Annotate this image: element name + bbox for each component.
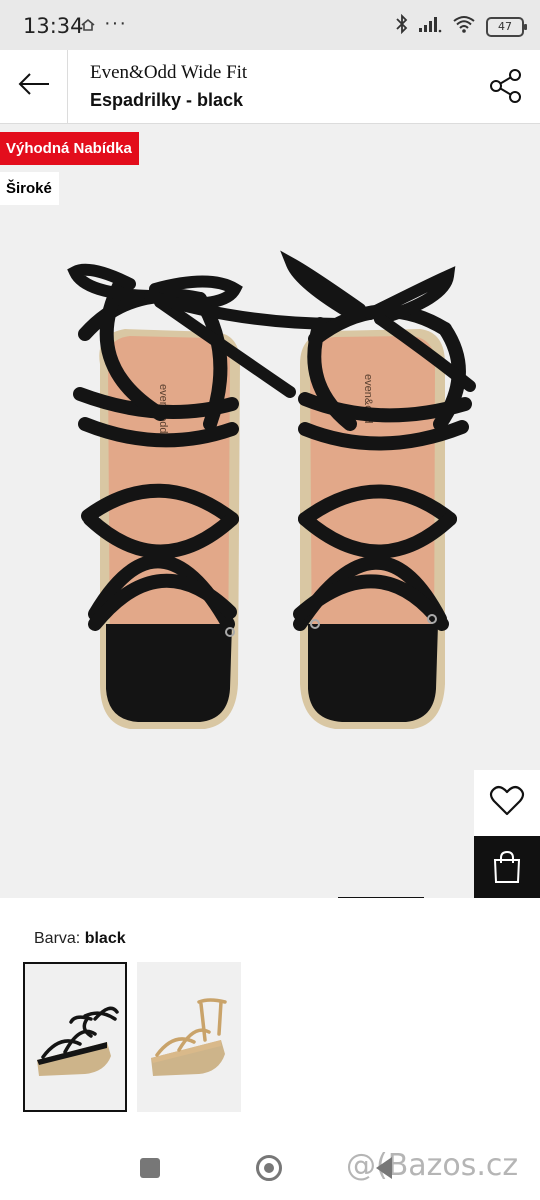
color-swatch-black[interactable] — [23, 962, 127, 1112]
product-title: Espadrilky - black — [90, 90, 244, 110]
gallery-pager-indicator — [338, 897, 424, 898]
status-more-dots: ··· — [104, 12, 127, 34]
back-button[interactable] — [0, 50, 68, 123]
status-time: 13:34 — [23, 14, 84, 38]
color-label: Barva: black — [34, 930, 126, 948]
gold-sandal-thumbnail — [151, 998, 227, 1076]
product-header: Even&Odd Wide Fit Espadrilky - black — [0, 50, 540, 124]
color-swatch-gold[interactable] — [137, 962, 241, 1112]
wifi-icon — [452, 15, 476, 38]
share-button[interactable] — [488, 68, 524, 109]
home-button[interactable] — [256, 1155, 282, 1181]
color-label-text: Barva: — [34, 930, 81, 947]
selected-color: black — [84, 930, 126, 947]
width-badge: Široké — [0, 172, 59, 205]
bluetooth-icon — [396, 13, 408, 39]
product-image-gallery[interactable]: even&odd even&odd Výhodná Nabídka Široké — [0, 124, 540, 898]
back-arrow-icon — [17, 72, 51, 101]
battery-icon: 47 — [486, 16, 527, 37]
shopping-bag-icon — [492, 850, 522, 889]
heart-icon — [489, 785, 525, 822]
share-icon — [488, 69, 524, 108]
deal-badge: Výhodná Nabídka — [0, 132, 139, 165]
home-icon — [80, 18, 96, 37]
add-to-bag-button[interactable] — [474, 836, 540, 898]
black-sandal-thumbnail — [37, 1006, 119, 1076]
recents-button[interactable] — [140, 1158, 160, 1178]
wishlist-button[interactable] — [474, 770, 540, 836]
signal-icon — [418, 15, 442, 38]
product-photo: even&odd even&odd — [67, 250, 476, 729]
watermark: @(Bazos.cz — [346, 1148, 519, 1183]
status-bar: 13:34 ··· 47 — [0, 0, 540, 50]
brand-name: Even&Odd Wide Fit — [90, 62, 248, 83]
